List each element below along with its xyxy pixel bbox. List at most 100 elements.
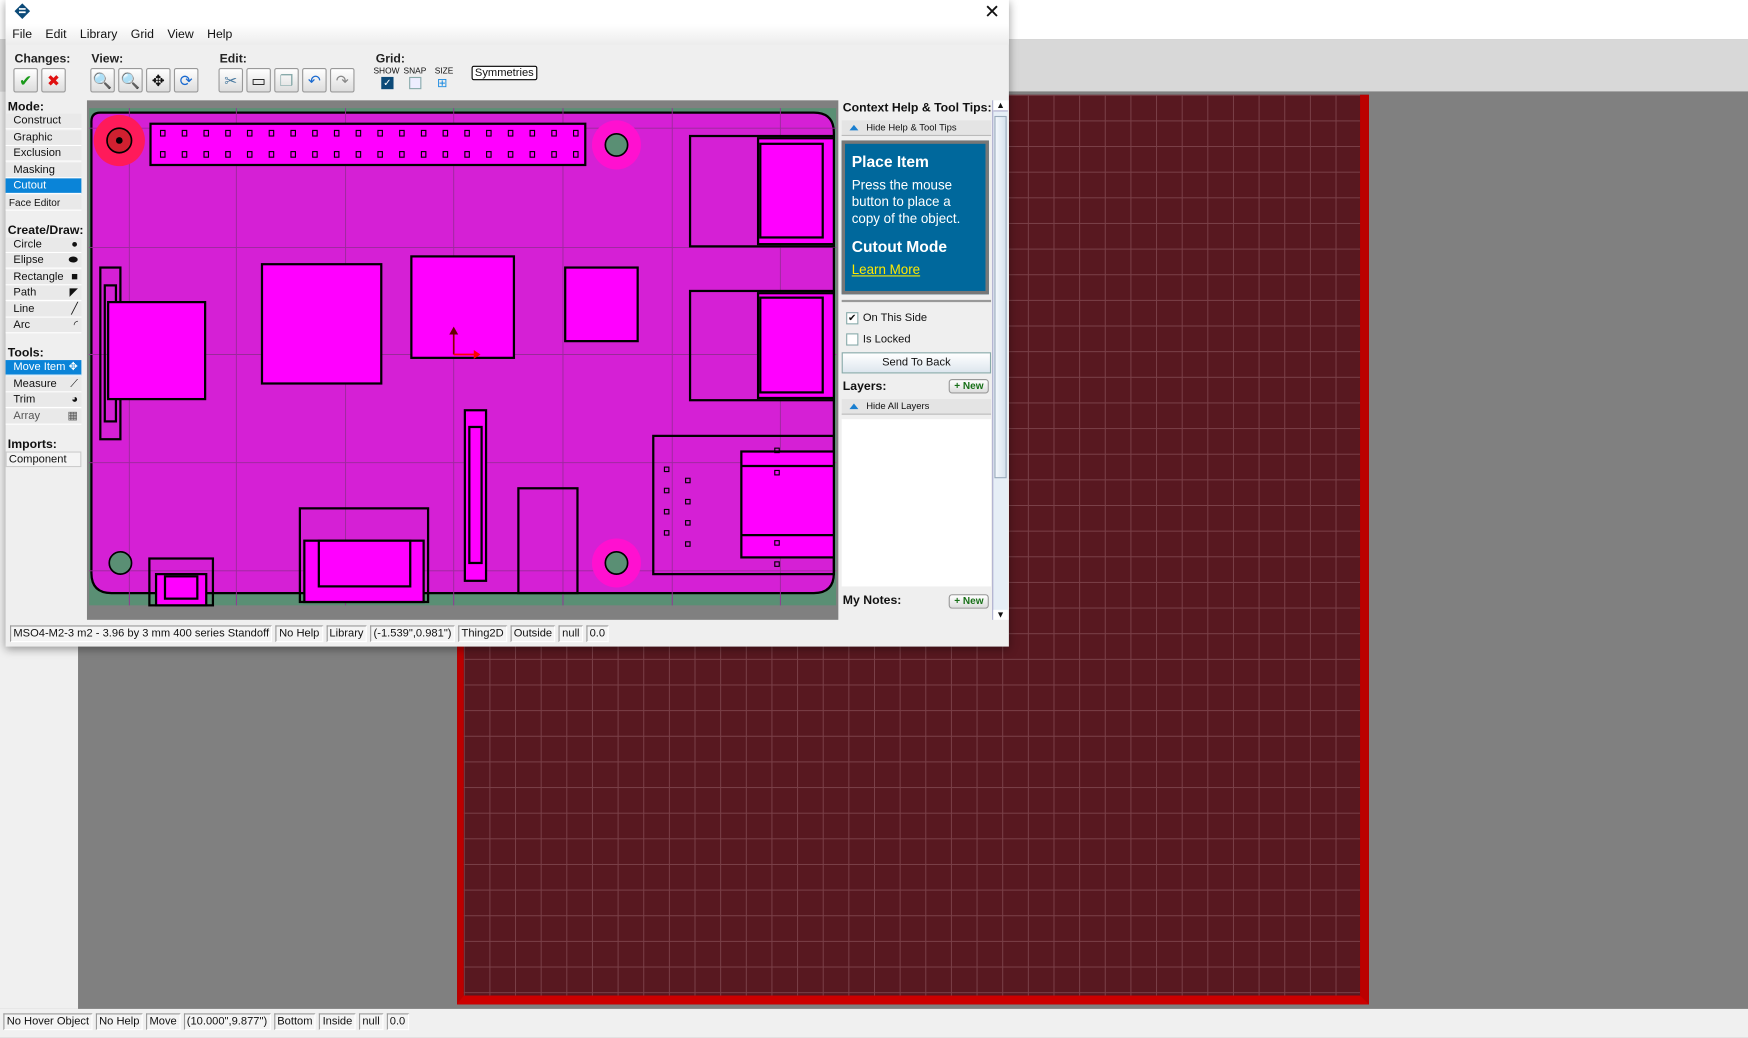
zoom-in-button[interactable]: 🔍 bbox=[118, 68, 143, 93]
board-drawing[interactable] bbox=[87, 100, 838, 619]
tool-label: Line bbox=[13, 302, 35, 315]
layers-label: Layers: bbox=[842, 380, 887, 394]
is-locked-checkbox[interactable] bbox=[846, 333, 859, 346]
grid-size-icon[interactable]: ⊞ bbox=[437, 76, 447, 90]
app-logo-icon bbox=[14, 3, 31, 19]
menu-edit[interactable]: Edit bbox=[45, 28, 66, 41]
processor-chip[interactable] bbox=[410, 255, 516, 359]
grid-show-checkbox[interactable]: ✓ bbox=[381, 76, 394, 90]
copy-button[interactable]: ❐ bbox=[274, 68, 299, 93]
learn-more-link[interactable]: Learn More bbox=[852, 262, 979, 278]
power-connector-inner bbox=[163, 575, 199, 600]
mounting-hole-center bbox=[115, 137, 123, 144]
status-cell: Outside bbox=[510, 625, 556, 643]
chip[interactable] bbox=[564, 266, 639, 343]
trim-icon: ◕ bbox=[71, 393, 79, 406]
redo-button[interactable]: ↷ bbox=[329, 68, 355, 93]
tool-measure[interactable]: Measure ⟋ bbox=[5, 376, 82, 392]
grid-label: Grid: bbox=[375, 52, 405, 66]
right-panel: Context Help & Tool Tips: Hide Help & To… bbox=[839, 100, 1009, 620]
view-label: View: bbox=[91, 52, 124, 66]
status-cell: No Help bbox=[275, 625, 323, 643]
accept-button[interactable]: ✔ bbox=[13, 68, 38, 93]
tool-label: Elipse bbox=[13, 254, 44, 267]
menu-grid[interactable]: Grid bbox=[131, 28, 154, 41]
tool-move-item[interactable]: Move Item ✥ bbox=[5, 360, 82, 376]
pan-button[interactable]: ✥ bbox=[146, 68, 171, 93]
menu-library[interactable]: Library bbox=[80, 28, 117, 41]
close-button[interactable]: ✕ bbox=[984, 1, 1000, 23]
mode-graphic[interactable]: Graphic bbox=[5, 129, 82, 146]
grid-snap-label: SNAP bbox=[403, 65, 427, 76]
mode-cutout[interactable]: Cutout bbox=[5, 178, 82, 194]
scroll-down-icon[interactable]: ▼ bbox=[993, 609, 1008, 620]
tool-array[interactable]: Array ▦ bbox=[5, 408, 82, 425]
status-cell: No Hover Object bbox=[3, 1013, 93, 1031]
tools-label: Tools: bbox=[7, 346, 44, 361]
cut-button[interactable]: ✂ bbox=[218, 68, 244, 93]
scroll-thumb[interactable] bbox=[994, 115, 1007, 479]
mode-masking[interactable]: Masking bbox=[5, 162, 82, 178]
side-component[interactable] bbox=[107, 300, 207, 401]
circle-icon: ● bbox=[71, 238, 79, 251]
imports-label: Imports: bbox=[7, 437, 57, 451]
tip-mode: Cutout Mode bbox=[851, 237, 948, 256]
menu-help[interactable]: Help bbox=[207, 28, 232, 41]
mode-face-editor[interactable]: Face Editor bbox=[5, 194, 82, 211]
menu-file[interactable]: File bbox=[12, 28, 32, 41]
import-component[interactable]: Component bbox=[5, 450, 82, 467]
mode-exclusion[interactable]: Exclusion bbox=[5, 146, 82, 162]
create-line[interactable]: Line ╱ bbox=[5, 301, 82, 318]
mounting-hole[interactable] bbox=[604, 550, 629, 575]
tool-label: Array bbox=[13, 409, 41, 422]
create-path[interactable]: Path ◤ bbox=[5, 285, 82, 301]
tip-body: Press the mouse button to place a copy o… bbox=[851, 177, 961, 227]
status-cell: Move bbox=[146, 1013, 181, 1031]
send-to-back-button[interactable]: Send To Back bbox=[841, 352, 992, 374]
ethernet-port[interactable] bbox=[740, 450, 835, 559]
path-icon: ◤ bbox=[69, 286, 79, 299]
component-editor-dialog: ✕ File Edit Library Grid View Help Chang… bbox=[5, 0, 1009, 647]
left-panel: Mode: Construct Graphic Exclusion Maskin… bbox=[5, 98, 84, 488]
camera-connector-inner bbox=[468, 425, 483, 565]
divider bbox=[841, 299, 992, 303]
hide-help-toggle[interactable]: Hide Help & Tool Tips bbox=[841, 120, 992, 137]
create-rectangle[interactable]: Rectangle ■ bbox=[5, 269, 82, 285]
tool-label: Arc bbox=[13, 318, 31, 332]
mode-label: Mode: bbox=[7, 100, 44, 114]
right-panel-scrollbar[interactable]: ▲ ▼ bbox=[992, 100, 1008, 620]
new-layer-button[interactable]: + New bbox=[948, 379, 990, 394]
tool-label: Circle bbox=[13, 238, 42, 251]
chip[interactable] bbox=[260, 263, 383, 385]
layers-list[interactable] bbox=[841, 419, 992, 587]
hide-all-layers-toggle[interactable]: Hide All Layers bbox=[841, 399, 992, 415]
gpio-header[interactable] bbox=[149, 122, 587, 167]
array-icon: ▦ bbox=[67, 409, 79, 422]
grid-snap-checkbox[interactable] bbox=[409, 76, 422, 90]
context-help-title: Context Help & Tool Tips: bbox=[842, 101, 992, 115]
symmetries-button[interactable]: Symmetries bbox=[471, 65, 538, 81]
create-circle[interactable]: Circle ● bbox=[5, 236, 82, 253]
new-note-button[interactable]: + New bbox=[948, 594, 990, 609]
zoom-out-button[interactable]: 🔍 bbox=[90, 68, 115, 93]
create-arc[interactable]: Arc ◜ bbox=[5, 317, 82, 334]
mode-construct[interactable]: Construct bbox=[5, 113, 82, 130]
measure-icon: ⟋ bbox=[70, 377, 79, 390]
on-this-side-row[interactable]: ✔ On This Side bbox=[846, 312, 927, 325]
refresh-button[interactable]: ⟳ bbox=[173, 68, 199, 93]
cancel-button[interactable]: ✖ bbox=[41, 68, 66, 93]
menu-view[interactable]: View bbox=[167, 28, 193, 41]
create-elipse[interactable]: Elipse ⬬ bbox=[5, 253, 82, 269]
status-cell: Inside bbox=[319, 1013, 356, 1031]
undo-button[interactable]: ↶ bbox=[302, 68, 327, 93]
is-locked-row[interactable]: Is Locked bbox=[846, 333, 911, 346]
mounting-hole[interactable] bbox=[108, 550, 133, 575]
on-this-side-checkbox[interactable]: ✔ bbox=[846, 312, 859, 325]
mode-label-text: Exclusion bbox=[13, 147, 62, 160]
mounting-hole[interactable] bbox=[604, 132, 629, 157]
tool-trim[interactable]: Trim ◕ bbox=[5, 392, 82, 409]
scroll-up-icon[interactable]: ▲ bbox=[993, 100, 1008, 112]
import-label: Component bbox=[8, 453, 67, 466]
design-canvas[interactable] bbox=[86, 100, 839, 620]
paste-button[interactable]: ▭ bbox=[246, 68, 271, 93]
